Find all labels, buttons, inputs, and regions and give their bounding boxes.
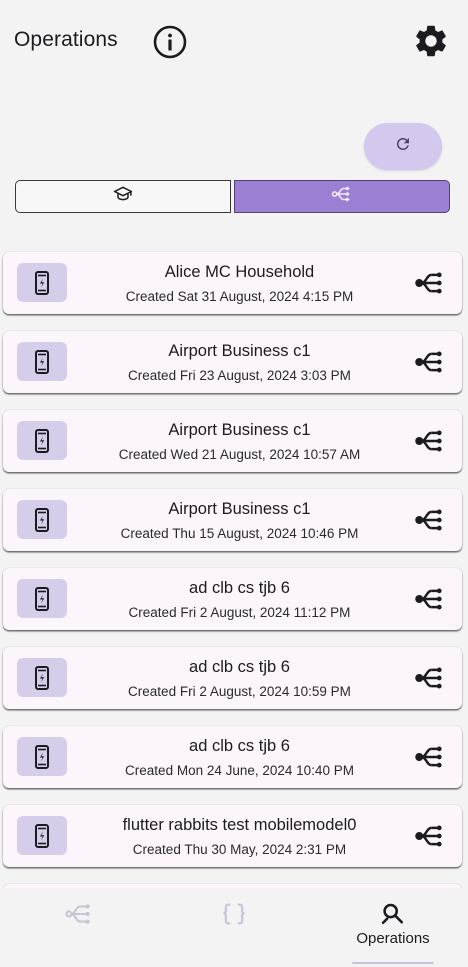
mobile-charging-icon <box>17 658 67 697</box>
mobile-charging-icon <box>17 579 67 618</box>
flow-branch-icon <box>64 900 92 928</box>
flow-branch-icon[interactable] <box>414 742 444 772</box>
operations-list: Alice MC Household Created Sat 31 August… <box>3 252 462 914</box>
list-item[interactable]: Airport Business c1 Created Fri 23 Augus… <box>3 331 462 393</box>
refresh-icon <box>394 135 412 158</box>
flow-branch-icon[interactable] <box>414 505 444 535</box>
mobile-charging-icon <box>17 263 67 302</box>
mobile-charging-icon <box>17 500 67 539</box>
nav-label-operations: Operations <box>356 930 430 947</box>
list-item[interactable]: ad clb cs tjb 6 Created Fri 2 August, 20… <box>3 647 462 709</box>
mobile-charging-icon <box>17 816 67 855</box>
operation-title: flutter rabbits test mobilemodel0 <box>122 816 357 834</box>
operation-created-date: Created Fri 23 August, 2024 3:03 PM <box>128 368 351 383</box>
list-item[interactable]: flutter rabbits test mobilemodel0 Create… <box>3 805 462 867</box>
refresh-button[interactable] <box>364 123 442 170</box>
list-item[interactable]: ad clb cs tjb 6 Created Fri 2 August, 20… <box>3 568 462 630</box>
curly-braces-icon <box>220 900 248 928</box>
flow-branch-icon[interactable] <box>414 426 444 456</box>
flow-branch-icon[interactable] <box>414 821 444 851</box>
operation-created-date: Created Fri 2 August, 2024 10:59 PM <box>128 684 351 699</box>
flow-branch-icon[interactable] <box>414 268 444 298</box>
flow-branch-icon[interactable] <box>414 584 444 614</box>
nav-item-code[interactable] <box>156 888 312 967</box>
operation-title: ad clb cs tjb 6 <box>189 737 290 755</box>
nav-active-indicator <box>352 962 434 964</box>
mobile-charging-icon <box>17 737 67 776</box>
operation-title: Airport Business c1 <box>168 500 311 518</box>
mobile-charging-icon <box>17 342 67 381</box>
operation-title: Airport Business c1 <box>168 342 311 360</box>
operation-created-date: Created Wed 21 August, 2024 10:57 AM <box>118 447 361 462</box>
flow-branch-icon[interactable] <box>414 347 444 377</box>
page-title: Operations <box>14 28 118 51</box>
flow-branch-icon <box>331 183 353 210</box>
nav-item-flows[interactable] <box>0 888 156 967</box>
search-icon <box>379 900 407 928</box>
segment-learn[interactable] <box>15 180 231 213</box>
info-icon[interactable] <box>152 24 188 60</box>
operation-title: Airport Business c1 <box>168 421 311 439</box>
app-bar: Operations <box>0 0 468 84</box>
segment-operations[interactable] <box>234 180 450 213</box>
bottom-navigation: Operations <box>0 888 468 967</box>
flow-branch-icon[interactable] <box>414 663 444 693</box>
nav-item-operations[interactable]: Operations <box>315 888 468 967</box>
gear-icon[interactable] <box>412 22 450 60</box>
operation-created-date: Created Sat 31 August, 2024 4:15 PM <box>125 289 354 304</box>
operation-created-date: Created Thu 15 August, 2024 10:46 PM <box>120 526 359 541</box>
list-item[interactable]: Alice MC Household Created Sat 31 August… <box>3 252 462 314</box>
operation-created-date: Created Mon 24 June, 2024 10:40 PM <box>125 763 354 778</box>
mobile-charging-icon <box>17 421 67 460</box>
operation-title: Alice MC Household <box>164 263 315 281</box>
graduation-cap-icon <box>113 184 133 209</box>
operation-title: ad clb cs tjb 6 <box>189 579 290 597</box>
operation-title: ad clb cs tjb 6 <box>189 658 290 676</box>
operation-created-date: Created Thu 30 May, 2024 2:31 PM <box>132 842 347 857</box>
list-item[interactable]: Airport Business c1 Created Thu 15 Augus… <box>3 489 462 551</box>
operation-created-date: Created Fri 2 August, 2024 11:12 PM <box>128 605 351 620</box>
list-item[interactable]: Airport Business c1 Created Wed 21 Augus… <box>3 410 462 472</box>
list-item[interactable]: ad clb cs tjb 6 Created Mon 24 June, 202… <box>3 726 462 788</box>
